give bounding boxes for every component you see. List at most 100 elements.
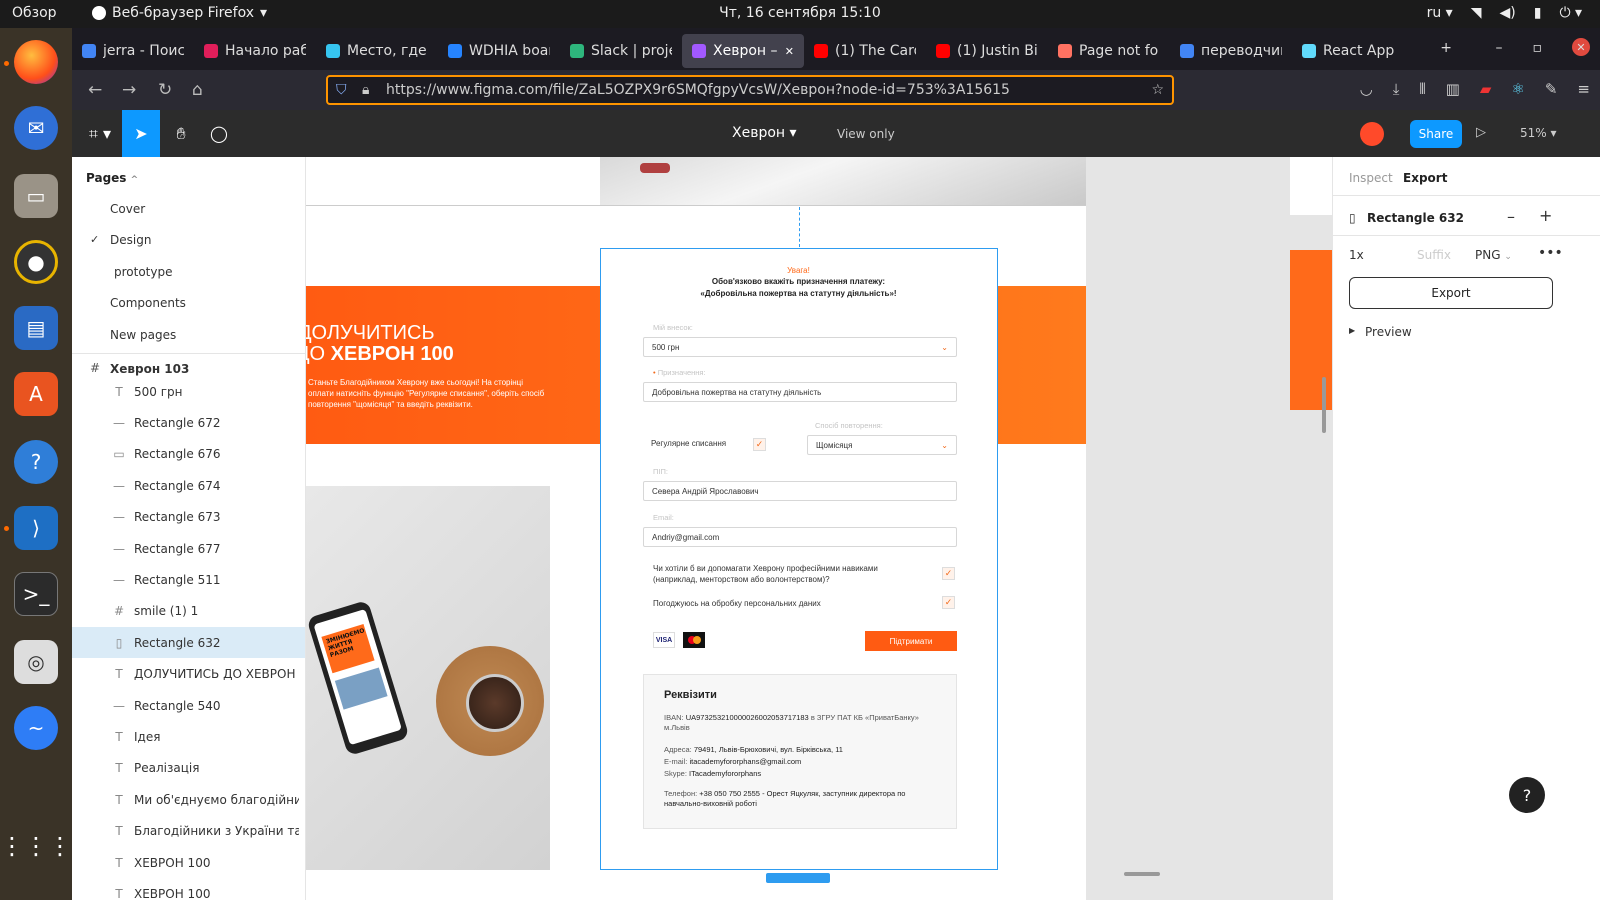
adblock-icon[interactable]: ▰ [1480, 80, 1492, 98]
browser-tab[interactable]: Slack | project [560, 34, 682, 68]
browser-tab[interactable]: переводчик [1170, 34, 1292, 68]
support-button[interactable]: Підтримати [865, 631, 957, 651]
wifi-icon[interactable]: ◥ [1471, 5, 1482, 21]
remove-export-icon[interactable]: – [1507, 207, 1515, 226]
minimize-icon[interactable]: – [1496, 40, 1503, 56]
browser-tab[interactable]: (1) Justin Bi [926, 34, 1048, 68]
terminal-icon[interactable]: >_ [14, 572, 58, 616]
layer-item[interactable]: T ХЕВРОН 100 [72, 847, 305, 878]
tab-inspect[interactable]: Inspect [1349, 171, 1393, 185]
browser-tab[interactable]: (1) The Card [804, 34, 926, 68]
page-item-design[interactable]: Design [110, 233, 151, 247]
software-center-icon[interactable]: A [14, 372, 58, 416]
rhythmbox-icon[interactable]: ● [14, 240, 58, 284]
lock-icon[interactable]: 🔒︎ [362, 82, 369, 98]
new-tab-button[interactable]: + [1440, 40, 1452, 56]
reload-icon[interactable]: ↻ [158, 80, 172, 100]
tab-export[interactable]: Export [1403, 171, 1447, 185]
tracking-shield-icon[interactable]: ⛉ [336, 82, 347, 98]
file-title[interactable]: Хеврон ▾ [732, 125, 797, 141]
frame-layer[interactable]: Хеврон 103 [110, 362, 189, 376]
layer-item[interactable]: # smile (1) 1 [72, 596, 305, 627]
add-export-icon[interactable]: + [1539, 206, 1552, 225]
volunteer-checkbox[interactable]: ✓ [942, 567, 955, 580]
writer-icon[interactable]: ▤ [14, 306, 58, 350]
vertical-scrollbar[interactable] [1322, 377, 1326, 433]
pocket-icon[interactable]: ◡ [1360, 80, 1373, 98]
page-item-prototype[interactable]: prototype [114, 265, 172, 279]
page-item-new-pages[interactable]: New pages [110, 328, 176, 342]
browser-tab[interactable]: Хеврон – ✕ [682, 34, 804, 68]
layer-item[interactable]: ▭ Rectangle 676 [72, 439, 305, 470]
layer-item[interactable]: — Rectangle 672 [72, 407, 305, 438]
browser-tab[interactable]: Начало работы [194, 34, 316, 68]
page-item-cover[interactable]: Cover [110, 202, 145, 216]
layer-item[interactable]: — Rectangle 674 [72, 470, 305, 501]
thunderbird-icon[interactable]: ✉ [14, 106, 58, 150]
menu-icon[interactable]: ≡ [1577, 80, 1590, 98]
help-icon[interactable]: ? [14, 440, 58, 484]
close-window-icon[interactable]: ✕ [1572, 38, 1590, 56]
comment-tool-icon[interactable]: ◯ [200, 110, 238, 157]
files-icon[interactable]: ▭ [14, 174, 58, 218]
downloads-icon[interactable]: ⤓ [1393, 80, 1400, 98]
more-options-icon[interactable]: ••• [1538, 245, 1563, 261]
preview-toggle[interactable]: Preview [1365, 325, 1412, 339]
layer-item[interactable]: — Rectangle 677 [72, 533, 305, 564]
browser-tab[interactable]: Page not fo [1048, 34, 1170, 68]
document-viewer-icon[interactable]: ◎ [14, 640, 58, 684]
design-canvas[interactable]: ДОЛУЧИТИСЬ ДО ХЕВРОН 100 Станьте Благоді… [306, 157, 1332, 900]
selected-donation-form[interactable]: Увага! Обов'язково вкажіть призначення п… [600, 248, 998, 870]
layer-item[interactable]: T ДОЛУЧИТИСЬ ДО ХЕВРОН 1... [72, 659, 305, 690]
share-button[interactable]: Share [1410, 120, 1462, 148]
vscode-icon[interactable]: ⟩ [14, 506, 58, 550]
browser-tab[interactable]: React App [1292, 34, 1414, 68]
suffix-input[interactable]: Suffix [1417, 248, 1451, 262]
firefox-icon[interactable] [14, 40, 58, 84]
browser-tab[interactable]: Место, где [316, 34, 438, 68]
recurring-checkbox[interactable]: ✓ [753, 438, 766, 451]
repeat-select[interactable]: Щомісяця ⌄ [807, 435, 957, 455]
consent-checkbox[interactable]: ✓ [942, 596, 955, 609]
amount-select[interactable]: 500 грн ⌄ [643, 337, 957, 357]
layer-item[interactable]: ▯ Rectangle 632 [72, 627, 305, 659]
format-select[interactable]: PNG ⌄ [1475, 248, 1512, 262]
system-clock[interactable]: Чт, 16 сентября 15:10 [0, 5, 1600, 21]
extension-icon[interactable]: ✎ [1545, 80, 1558, 98]
layer-item[interactable]: — Rectangle 540 [72, 690, 305, 721]
move-tool-icon[interactable]: ➤ [122, 110, 160, 157]
figma-menu-icon[interactable]: ⌗ ▾ [78, 110, 122, 157]
layer-item[interactable]: T Реалізація [72, 753, 305, 784]
pages-header[interactable]: Pages ^ [86, 171, 138, 185]
layer-item[interactable]: T Благодійники з України та ін... [72, 816, 305, 847]
page-item-components[interactable]: Components [110, 296, 186, 310]
layer-item[interactable]: — Rectangle 673 [72, 502, 305, 533]
email-field[interactable]: Andriy@gmail.com [643, 527, 957, 547]
volume-icon[interactable]: ◀) [1499, 5, 1515, 21]
address-bar[interactable]: ⛉ 🔒︎ https://www.figma.com/file/ZaL5OZPX… [326, 75, 1174, 105]
messenger-icon[interactable]: ~ [14, 706, 58, 750]
layer-item[interactable]: T ХЕВРОН 100 [72, 878, 305, 900]
maximize-icon[interactable]: ▫ [1533, 40, 1543, 56]
react-devtools-icon[interactable]: ⚛ [1511, 80, 1524, 98]
sidebar-icon[interactable]: ▥ [1446, 80, 1460, 98]
layer-item[interactable]: T 500 грн [72, 376, 305, 407]
zoom-dropdown[interactable]: 51% ▾ [1520, 126, 1557, 140]
browser-tab[interactable]: jerra - Поиск [72, 34, 194, 68]
power-menu-icon[interactable]: ⏻ ▾ [1559, 5, 1582, 21]
close-tab-icon[interactable]: ✕ [785, 45, 794, 58]
bookmark-star-icon[interactable]: ☆ [1151, 82, 1164, 98]
home-icon[interactable]: ⌂ [192, 80, 203, 100]
back-icon[interactable]: ← [88, 80, 102, 100]
scale-select[interactable]: 1x [1349, 248, 1364, 262]
avatar[interactable] [1360, 122, 1384, 146]
hand-tool-icon[interactable]: ✋︎ [162, 110, 200, 157]
layer-item[interactable]: — Rectangle 511 [72, 564, 305, 595]
horizontal-scrollbar[interactable] [1124, 872, 1160, 876]
layer-item[interactable]: T Ідея [72, 721, 305, 752]
caret-right-icon[interactable]: ▶ [1349, 326, 1355, 335]
help-button[interactable]: ? [1509, 777, 1545, 813]
export-button[interactable]: Export [1349, 277, 1553, 309]
library-icon[interactable]: ⫴ [1419, 80, 1425, 98]
layer-item[interactable]: T Ми об'єднуємо благодійникі... [72, 784, 305, 815]
